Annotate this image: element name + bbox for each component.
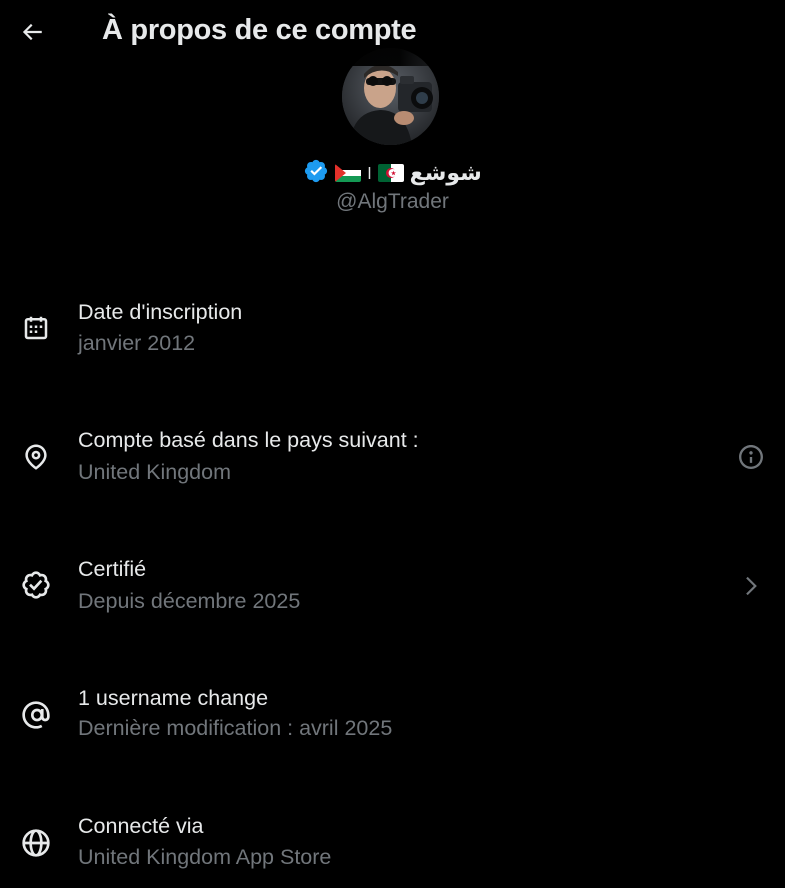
verified-title: Certifié (78, 557, 147, 581)
display-name: شوشع (409, 160, 482, 186)
location-pin-icon (19, 440, 53, 474)
page-title: À propos de ce compte (102, 14, 417, 46)
back-button[interactable] (12, 14, 52, 54)
algeria-flag-icon (377, 164, 404, 182)
name-separator: ا (367, 163, 372, 183)
about-account-page: À propos de ce compte ا شوشع @AlgTrader … (0, 0, 785, 888)
account-country-row: Compte basé dans le pays suivant : Unite… (0, 424, 785, 494)
palestine-flag-icon (335, 164, 362, 182)
verified-row[interactable]: Certifié Depuis décembre 2025 (0, 553, 785, 623)
username-change-title: 1 username change (78, 686, 269, 710)
arrow-left-icon (19, 19, 45, 50)
account-country-title: Compte basé dans le pays suivant : (78, 428, 419, 452)
join-date-row: Date d'inscription janvier 2012 (0, 296, 785, 366)
globe-icon (19, 826, 53, 860)
connected-via-title: Connecté via (78, 814, 204, 838)
chevron-right-icon[interactable] (735, 570, 767, 602)
account-handle: @AlgTrader (336, 190, 449, 213)
join-date-value: janvier 2012 (78, 331, 196, 355)
connected-via-row: Connecté via United Kingdom App Store (0, 810, 785, 880)
join-date-title: Date d'inscription (78, 300, 243, 324)
account-country-value: United Kingdom (78, 460, 231, 484)
username-change-value: Dernière modification : avril 2025 (78, 716, 393, 740)
at-sign-icon (19, 698, 53, 732)
verified-badge-icon[interactable] (303, 158, 329, 189)
calendar-icon (19, 311, 53, 345)
verified-check-icon (19, 568, 53, 602)
verified-since-value: Depuis décembre 2025 (78, 589, 301, 613)
connected-via-value: United Kingdom App Store (78, 845, 332, 869)
username-change-row: 1 username change Dernière modification … (0, 682, 785, 752)
display-name-row: ا شوشع (0, 158, 785, 188)
top-bar: À propos de ce compte (0, 0, 785, 66)
info-icon[interactable] (735, 441, 767, 473)
